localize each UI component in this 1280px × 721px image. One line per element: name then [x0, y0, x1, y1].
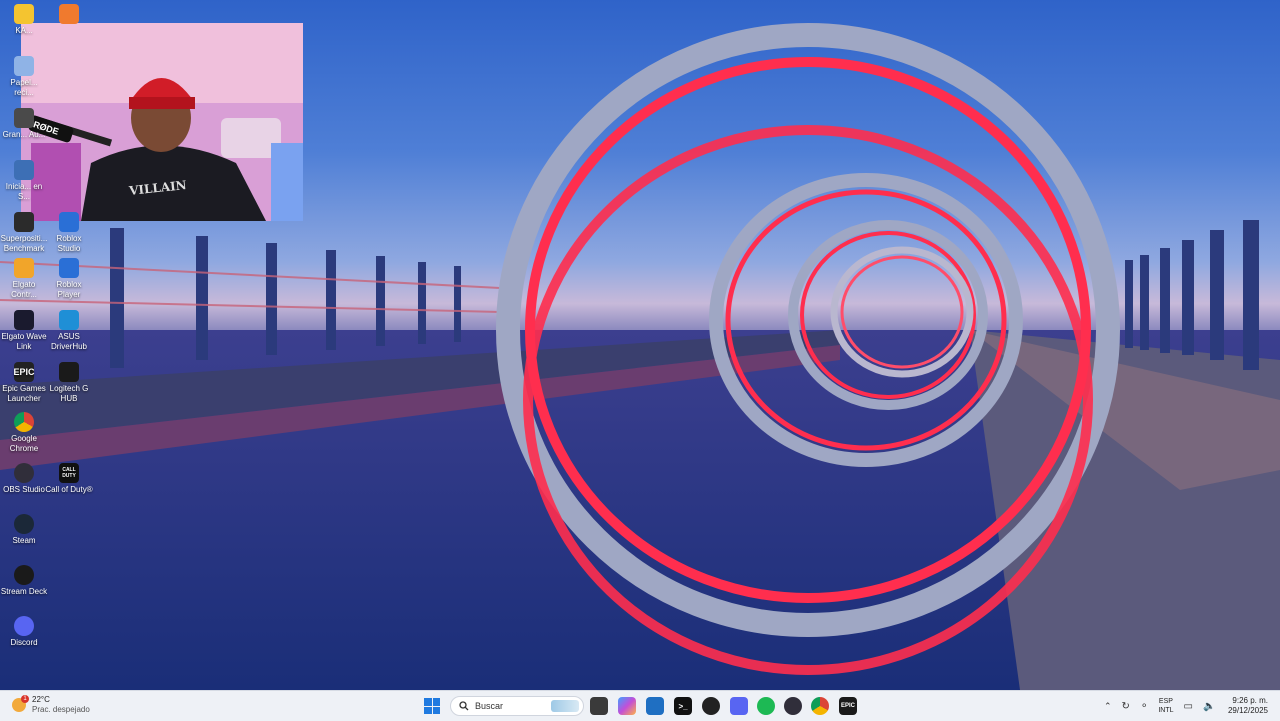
sync-icon[interactable]: ↻: [1122, 701, 1130, 712]
epic-games-icon: EPIC: [14, 362, 35, 382]
search-highlight-illustration: [551, 700, 579, 712]
desktop-icon-label: ASUS DriverHub: [50, 332, 87, 351]
app-icon: [59, 4, 79, 24]
desktop-icon-ka[interactable]: KA...: [0, 4, 48, 36]
desktop-icon-label: Roblox Player: [56, 280, 82, 299]
clock-date: 29/12/2025: [1227, 706, 1268, 715]
desktop-icon-label: Call of Duty®: [45, 485, 93, 494]
desktop-icon-label: Gran... Au...: [2, 130, 46, 139]
folder-icon: [14, 4, 34, 24]
desktop-icon-label: Steam: [12, 536, 36, 545]
desktop-icon-recycle-bin[interactable]: Papel... reci...: [0, 56, 48, 98]
taskbar-app-file-explorer[interactable]: [590, 697, 608, 715]
desktop-icon-elgato-wave-link[interactable]: Elgato Wave Link: [0, 310, 48, 352]
windows-logo-pane: [432, 698, 440, 706]
windows-logo-pane: [432, 706, 440, 714]
desktop-icon-superposition[interactable]: Superpositi... Benchmark: [0, 212, 48, 254]
windows-logo-pane: [424, 698, 432, 706]
taskbar-app-microsoft-store[interactable]: [646, 697, 664, 715]
desktop-icon-asus-driverhub[interactable]: ASUS DriverHub: [45, 310, 93, 352]
desktop-icon-top-app[interactable]: [45, 4, 93, 26]
desktop-icon-label: KA...: [15, 26, 33, 35]
weather-condition: Prac. despejado: [32, 705, 90, 714]
asus-driverhub-icon: [59, 310, 79, 330]
desktop-icon-label: Papel... reci...: [10, 78, 38, 97]
taskbar-app-chrome[interactable]: [811, 697, 829, 715]
search-icon: [459, 701, 469, 711]
webcam-overlay: RØDE VILLAIN: [21, 23, 303, 221]
taskbar-app-epic-games[interactable]: EPIC: [839, 697, 857, 715]
chrome-icon: [14, 412, 34, 432]
desktop-icon-label: Superpositi... Benchmark: [0, 234, 48, 253]
logitech-icon: [59, 362, 79, 382]
chevron-up-icon[interactable]: ⌃: [1104, 701, 1112, 712]
taskbar-clock[interactable]: 9:26 p. m. 29/12/2025: [1228, 696, 1268, 716]
desktop-icon-label: Logitech G HUB: [49, 384, 89, 403]
taskbar: 1 22°C Prac. despejado Buscar >_ EPIC ⌃ …: [0, 690, 1280, 721]
steam-icon: [14, 514, 34, 534]
language-indicator[interactable]: ESP INTL: [1158, 697, 1173, 715]
elgato-icon: [14, 258, 34, 278]
desktop-icon-roblox-studio[interactable]: Roblox Studio: [45, 212, 93, 254]
desktop-icon-google-chrome[interactable]: Google Chrome: [0, 412, 48, 454]
desktop-icon-label: OBS Studio: [3, 485, 45, 494]
benchmark-icon: [14, 212, 34, 232]
roblox-studio-icon: [59, 212, 79, 232]
keyboard-layout: INTL: [1158, 707, 1174, 714]
microphone-icon[interactable]: ⚬: [1140, 701, 1148, 712]
roblox-player-icon: [59, 258, 79, 278]
weather-alert-badge: 1: [21, 695, 29, 703]
taskbar-app-spotify[interactable]: [757, 697, 775, 715]
weather-temperature: 22°C: [32, 695, 50, 704]
desktop-icon-epic-games[interactable]: EPIC Epic Games Launcher: [0, 362, 48, 404]
desktop-icon-gran-au[interactable]: Gran... Au...: [0, 108, 48, 140]
clock-time: 9:26 p. m.: [1232, 696, 1268, 705]
desktop-icon-label: Discord: [10, 638, 38, 647]
taskbar-app-copilot[interactable]: [618, 697, 636, 715]
language-code: ESP: [1158, 698, 1173, 705]
taskbar-app-discord[interactable]: [730, 697, 748, 715]
wave-link-icon: [14, 310, 34, 330]
desktop-icon-logitech-ghub[interactable]: Logitech G HUB: [45, 362, 93, 404]
taskbar-app-obs[interactable]: [784, 697, 802, 715]
taskbar-app-terminal[interactable]: >_: [674, 697, 692, 715]
stream-deck-icon: [14, 565, 34, 585]
shortcut-icon: [14, 160, 34, 180]
desktop-icon-label: Roblox Studio: [56, 234, 82, 253]
start-button[interactable]: [424, 698, 440, 714]
desktop-icon-inicia[interactable]: Inicia... en S...: [0, 160, 48, 202]
recycle-bin-icon: [14, 56, 34, 76]
desktop-icon-call-of-duty[interactable]: CALL DUTY Call of Duty®: [45, 463, 93, 495]
desktop-icon-steam[interactable]: Steam: [0, 514, 48, 546]
weather-sun-icon: 1: [12, 695, 29, 712]
windows-logo-pane: [424, 706, 432, 714]
call-of-duty-icon: CALL DUTY: [59, 463, 79, 483]
network-icon[interactable]: ▭: [1184, 701, 1193, 712]
volume-icon[interactable]: 🔈: [1203, 701, 1215, 712]
desktop-icon-label: Elgato Contr...: [11, 280, 37, 299]
app-icon: [14, 108, 34, 128]
desktop-icon-obs-studio[interactable]: OBS Studio: [0, 463, 48, 495]
desktop-icon-roblox-player[interactable]: Roblox Player: [45, 258, 93, 300]
system-tray: ⌃ ↻ ⚬ ESP INTL ▭ 🔈: [1104, 691, 1215, 721]
desktop-icon-stream-deck[interactable]: Stream Deck: [0, 565, 48, 597]
taskbar-app-6[interactable]: [702, 697, 720, 715]
desktop-icon-label: Stream Deck: [0, 587, 48, 596]
desktop-icon-label: Inicia... en S...: [5, 182, 43, 201]
desktop-icon-discord[interactable]: Discord: [0, 616, 48, 648]
desktop-icon-label: Elgato Wave Link: [1, 332, 47, 351]
discord-icon: [14, 616, 34, 636]
search-placeholder: Buscar: [475, 701, 504, 711]
obs-icon: [14, 463, 34, 483]
desktop-icon-elgato-control[interactable]: Elgato Contr...: [0, 258, 48, 300]
weather-widget[interactable]: 1 22°C Prac. despejado: [12, 695, 90, 715]
desktop-icon-label: Epic Games Launcher: [2, 384, 46, 403]
taskbar-search[interactable]: Buscar: [450, 696, 584, 716]
desktop-icon-label: Google Chrome: [9, 434, 39, 453]
